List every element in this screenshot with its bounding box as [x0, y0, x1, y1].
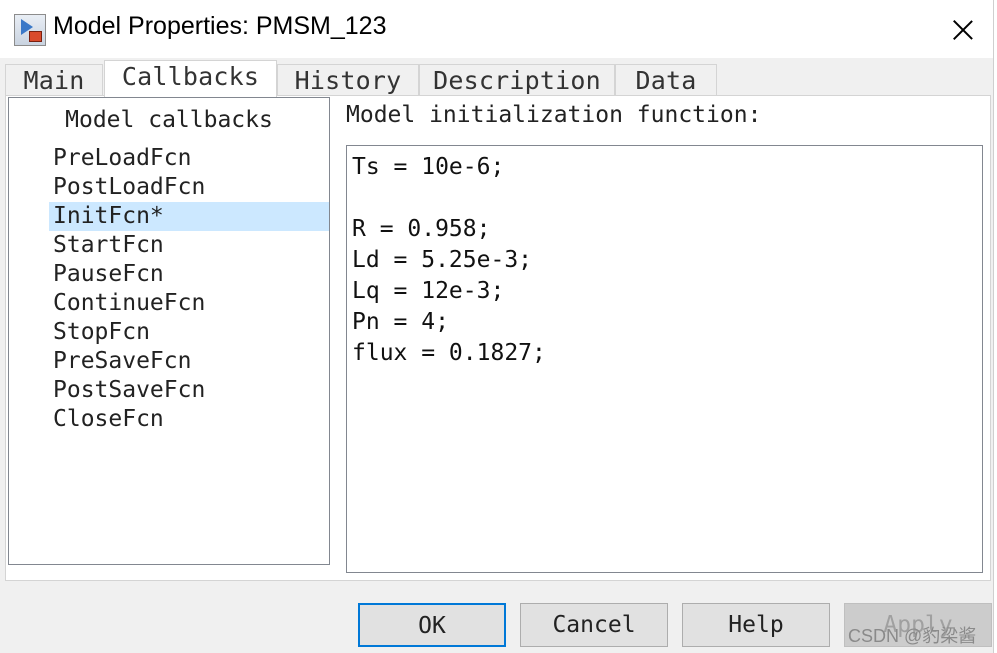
list-item-selected[interactable]: InitFcn* — [49, 202, 329, 231]
code-line: Pn = 4; — [352, 309, 449, 335]
simulink-model-icon — [14, 14, 46, 46]
list-item[interactable]: PauseFcn — [49, 260, 329, 289]
tab-main[interactable]: Main — [5, 64, 103, 96]
code-editor[interactable]: Ts = 10e-6; R = 0.958; Ld = 5.25e-3; Lq … — [346, 145, 983, 573]
code-line: Ts = 10e-6; — [352, 154, 505, 180]
close-icon[interactable] — [940, 8, 986, 50]
list-item[interactable]: StartFcn — [49, 231, 329, 260]
list-item[interactable]: StopFcn — [49, 318, 329, 347]
list-item[interactable]: CloseFcn — [49, 405, 329, 434]
list-header: Model callbacks — [65, 107, 273, 133]
tab-description[interactable]: Description — [419, 64, 615, 96]
watermark: CSDN @豹梁酱 — [848, 626, 977, 646]
list-item[interactable]: PostSaveFcn — [49, 376, 329, 405]
code-line: flux = 0.1827; — [352, 340, 546, 366]
list-item[interactable]: PreSaveFcn — [49, 347, 329, 376]
list-item[interactable]: PreLoadFcn — [49, 144, 329, 173]
tab-history[interactable]: History — [277, 64, 419, 96]
tab-data[interactable]: Data — [615, 64, 717, 96]
callback-list[interactable]: Model callbacks PreLoadFcn PostLoadFcn I… — [8, 97, 330, 565]
list-item[interactable]: PostLoadFcn — [49, 173, 329, 202]
cancel-button[interactable]: Cancel — [520, 603, 668, 647]
code-line: R = 0.958; — [352, 216, 491, 242]
code-line: Lq = 12e-3; — [352, 278, 505, 304]
title-bar: Model Properties: PMSM_123 — [0, 0, 997, 58]
window-edge — [993, 0, 997, 653]
window-title: Model Properties: PMSM_123 — [53, 12, 387, 40]
ok-button[interactable]: OK — [358, 603, 506, 647]
tab-callbacks[interactable]: Callbacks — [104, 60, 277, 97]
code-line: Ld = 5.25e-3; — [352, 247, 533, 273]
help-button[interactable]: Help — [682, 603, 830, 647]
list-item[interactable]: ContinueFcn — [49, 289, 329, 318]
editor-label: Model initialization function: — [346, 102, 762, 128]
